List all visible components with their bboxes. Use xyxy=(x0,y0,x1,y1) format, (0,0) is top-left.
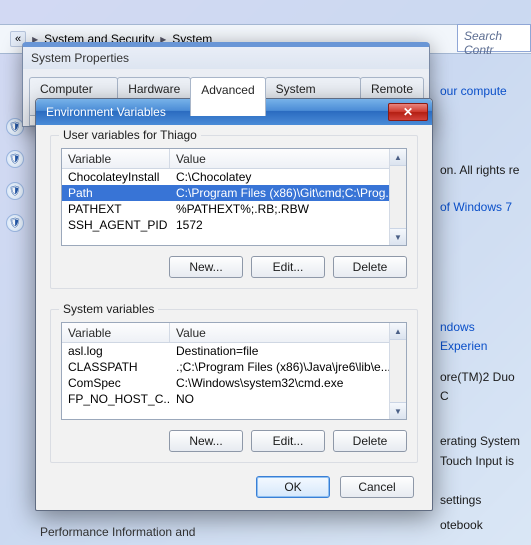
environment-variables-dialog: Environment Variables ✕ User variables f… xyxy=(35,98,433,511)
cell-variable: ChocolateyInstall xyxy=(62,170,170,184)
table-row[interactable]: CLASSPATH.;C:\Program Files (x86)\Java\j… xyxy=(62,359,406,375)
tab-advanced[interactable]: Advanced xyxy=(190,77,265,116)
scroll-track[interactable] xyxy=(390,340,406,402)
background-text: our compute on. All rights re of Windows… xyxy=(440,82,525,545)
cell-variable: PATHEXT xyxy=(62,202,170,216)
cell-value: C:\Chocolatey xyxy=(170,170,406,184)
new-sys-var-button[interactable]: New... xyxy=(169,430,243,452)
cancel-button[interactable]: Cancel xyxy=(340,476,414,498)
table-row[interactable]: PathC:\Program Files (x86)\Git\cmd;C:\Pr… xyxy=(62,185,406,201)
scroll-track[interactable] xyxy=(390,166,406,228)
cell-variable: Path xyxy=(62,186,170,200)
user-variables-list[interactable]: Variable Value ChocolateyInstallC:\Choco… xyxy=(61,148,407,246)
user-variables-group: User variables for Thiago Variable Value… xyxy=(50,135,418,289)
group-legend: System variables xyxy=(59,302,158,316)
dialog-title: Environment Variables xyxy=(46,105,166,119)
table-row[interactable]: SSH_AGENT_PID1572 xyxy=(62,217,406,233)
edit-user-var-button[interactable]: Edit... xyxy=(251,256,325,278)
cell-value: C:\Windows\system32\cmd.exe xyxy=(170,376,406,390)
cell-value: NO xyxy=(170,392,406,406)
column-variable[interactable]: Variable xyxy=(62,149,170,168)
cell-value: Destination=file xyxy=(170,344,406,358)
ok-button[interactable]: OK xyxy=(256,476,330,498)
group-legend: User variables for Thiago xyxy=(59,128,201,142)
cell-variable: ComSpec xyxy=(62,376,170,390)
scroll-down-icon[interactable]: ▼ xyxy=(390,228,406,245)
cell-variable: asl.log xyxy=(62,344,170,358)
table-row[interactable]: ComSpecC:\Windows\system32\cmd.exe xyxy=(62,375,406,391)
control-panel-side-icons: 🛡 🛡 🛡 🛡 xyxy=(6,118,24,232)
column-value[interactable]: Value xyxy=(170,149,406,168)
column-value[interactable]: Value xyxy=(170,323,406,342)
system-variables-group: System variables Variable Value asl.logD… xyxy=(50,309,418,463)
list-header: Variable Value xyxy=(62,149,406,169)
cell-value: %PATHEXT%;.RB;.RBW xyxy=(170,202,406,216)
background-link: our compute xyxy=(440,82,525,101)
shield-icon[interactable]: 🛡 xyxy=(6,214,24,232)
cell-variable: FP_NO_HOST_C... xyxy=(62,392,170,406)
shield-icon[interactable]: 🛡 xyxy=(6,182,24,200)
cell-value: .;C:\Program Files (x86)\Java\jre6\lib\e… xyxy=(170,360,406,374)
cell-variable: CLASSPATH xyxy=(62,360,170,374)
column-variable[interactable]: Variable xyxy=(62,323,170,342)
scrollbar[interactable]: ▲ ▼ xyxy=(389,149,406,245)
search-input[interactable]: Search Contr xyxy=(457,24,531,52)
scroll-up-icon[interactable]: ▲ xyxy=(390,149,406,166)
list-header: Variable Value xyxy=(62,323,406,343)
table-row[interactable]: FP_NO_HOST_C...NO xyxy=(62,391,406,407)
delete-user-var-button[interactable]: Delete xyxy=(333,256,407,278)
edit-sys-var-button[interactable]: Edit... xyxy=(251,430,325,452)
scroll-down-icon[interactable]: ▼ xyxy=(390,402,406,419)
shield-icon[interactable]: 🛡 xyxy=(6,150,24,168)
scroll-up-icon[interactable]: ▲ xyxy=(390,323,406,340)
performance-link[interactable]: Performance Information and xyxy=(40,525,195,539)
window-title: System Properties xyxy=(23,47,429,69)
table-row[interactable]: PATHEXT%PATHEXT%;.RB;.RBW xyxy=(62,201,406,217)
cell-value: 1572 xyxy=(170,218,406,232)
cell-variable: SSH_AGENT_PID xyxy=(62,218,170,232)
table-row[interactable]: asl.logDestination=file xyxy=(62,343,406,359)
new-user-var-button[interactable]: New... xyxy=(169,256,243,278)
delete-sys-var-button[interactable]: Delete xyxy=(333,430,407,452)
close-icon: ✕ xyxy=(403,105,413,119)
close-button[interactable]: ✕ xyxy=(388,103,428,121)
scrollbar[interactable]: ▲ ▼ xyxy=(389,323,406,419)
cell-value: C:\Program Files (x86)\Git\cmd;C:\Prog..… xyxy=(170,186,406,200)
table-row[interactable]: ChocolateyInstallC:\Chocolatey xyxy=(62,169,406,185)
system-variables-list[interactable]: Variable Value asl.logDestination=fileCL… xyxy=(61,322,407,420)
